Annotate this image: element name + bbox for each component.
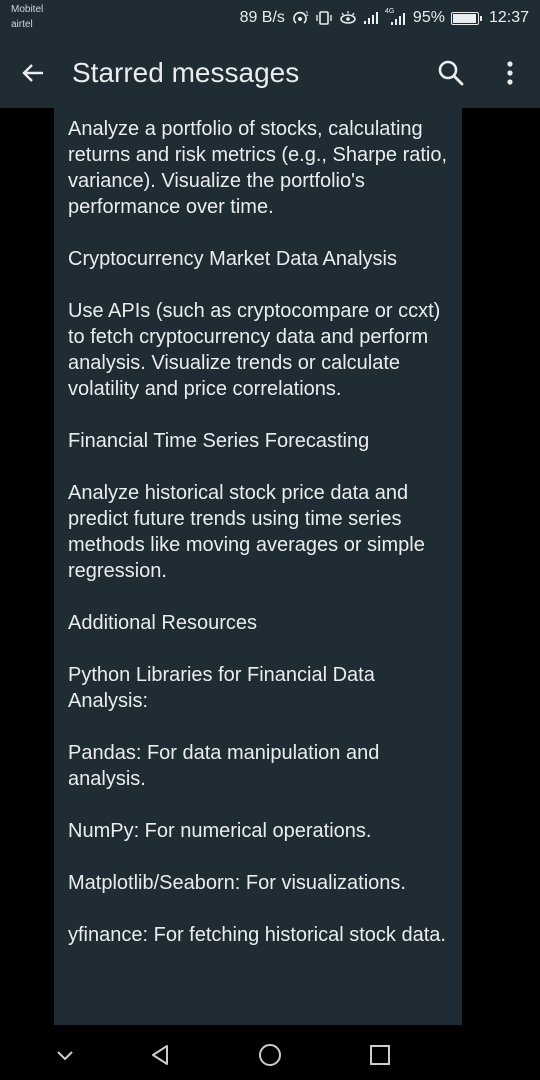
battery-level-fill (452, 13, 476, 23)
message-paragraph: yfinance: For fetching historical stock … (68, 924, 446, 946)
message-paragraph: Financial Time Series Forecasting (68, 430, 370, 452)
message-paragraph: Matplotlib/Seaborn: For visualizations. (68, 872, 406, 894)
more-options-button[interactable] (495, 58, 525, 88)
battery-percent: 95% (412, 9, 445, 26)
battery-icon (450, 11, 482, 25)
nav-home-button[interactable] (255, 1040, 285, 1070)
back-arrow-icon (22, 64, 43, 82)
recents-square-icon (370, 1045, 390, 1065)
search-button[interactable] (436, 58, 466, 88)
signal-4g-icon: 4G (385, 8, 407, 26)
message-bubble[interactable]: Analyze a portfolio of stocks, calculati… (54, 108, 462, 1025)
system-navigation-bar (0, 1030, 540, 1080)
message-paragraph: NumPy: For numerical operations. (68, 820, 372, 842)
page-title: Starred messages (72, 57, 300, 88)
hide-nav-button[interactable] (50, 1040, 80, 1070)
status-icons: 89 B/s 1 4G 95% 12:37 (240, 8, 529, 28)
back-button[interactable] (18, 58, 48, 88)
starred-messages-list[interactable]: Analyze a portfolio of stocks, calculati… (0, 108, 540, 1030)
vibrate-icon (315, 10, 333, 26)
chevron-down-icon (57, 1051, 73, 1061)
carrier-name-primary: Mobitel (11, 4, 44, 15)
network-speed: 89 B/s (239, 9, 285, 26)
svg-text:1: 1 (305, 11, 309, 18)
search-icon (438, 60, 464, 86)
back-triangle-icon (152, 1045, 168, 1065)
nav-recents-button[interactable] (365, 1040, 395, 1070)
message-paragraph: Analyze a portfolio of stocks, calculati… (68, 118, 448, 218)
message-paragraph: Analyze historical stock price data and … (68, 482, 425, 582)
app-bar: Starred messages (0, 38, 540, 108)
message-paragraph: Use APIs (such as cryptocompare or ccxt)… (68, 300, 441, 400)
hotspot-icon: 1 (291, 10, 309, 26)
message-paragraph: Pandas: For data manipulation and analys… (68, 742, 380, 790)
home-circle-icon (259, 1044, 281, 1066)
message-paragraph: Python Libraries for Financial Data Anal… (68, 664, 375, 712)
message-paragraph: Additional Resources (68, 612, 257, 634)
clock: 12:37 (488, 9, 529, 26)
more-vert-icon (507, 61, 513, 85)
message-paragraph: Cryptocurrency Market Data Analysis (68, 248, 398, 270)
status-bar: Mobitel airtel 89 B/s 1 4G 95% 12:37 (0, 0, 540, 38)
carrier-name-secondary: airtel (11, 19, 33, 30)
signal-icon (363, 11, 379, 25)
eye-comfort-icon (339, 10, 357, 26)
nav-back-button[interactable] (145, 1040, 175, 1070)
